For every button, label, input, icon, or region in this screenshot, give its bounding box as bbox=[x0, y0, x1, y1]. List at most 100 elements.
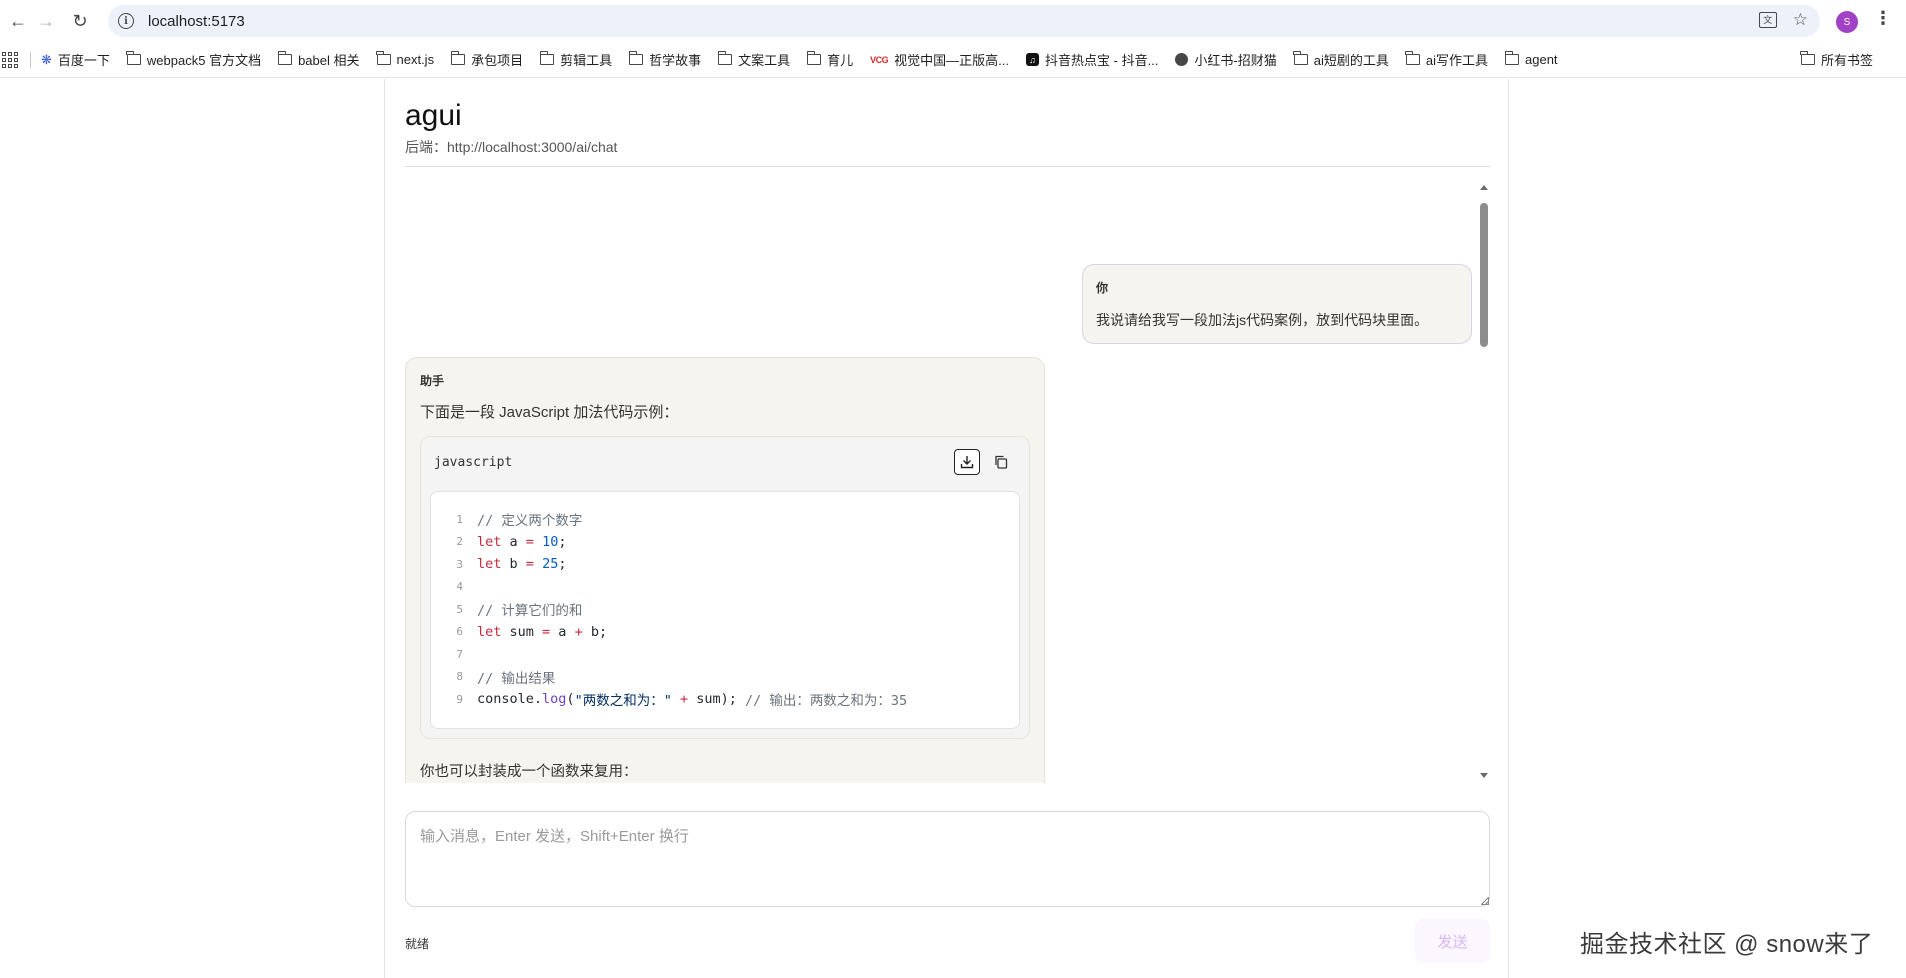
tiktok-icon: ♫ bbox=[1026, 53, 1040, 66]
folder-icon bbox=[1293, 51, 1308, 65]
bookmark-item[interactable]: ai写作工具 bbox=[1405, 50, 1488, 69]
code-token: b; bbox=[582, 623, 608, 640]
code-token: log bbox=[542, 691, 567, 708]
message-role: 助手 bbox=[420, 374, 445, 388]
bookmark-label: next.js bbox=[396, 52, 435, 67]
bookmark-label: 剪辑工具 bbox=[560, 53, 613, 68]
code-line: 4 bbox=[431, 576, 1019, 599]
reload-icon: ↻ bbox=[72, 10, 88, 31]
folder-icon bbox=[1800, 51, 1815, 65]
code-token: sum bbox=[501, 623, 543, 640]
status-text: 就绪 bbox=[405, 937, 430, 951]
code-line: 2 let a = 10; bbox=[431, 531, 1019, 554]
info-icon[interactable]: i bbox=[118, 13, 134, 29]
paw-icon: ❋ bbox=[41, 51, 52, 67]
bookmark-item[interactable]: 哲学故事 bbox=[628, 50, 701, 69]
globe-icon bbox=[1175, 53, 1189, 66]
bookmark-item[interactable]: babel 相关 bbox=[277, 50, 360, 69]
all-bookmarks-button[interactable]: 所有书签 bbox=[1800, 50, 1873, 69]
bookmark-label: agent bbox=[1525, 52, 1558, 67]
arrow-right-icon: → bbox=[37, 10, 55, 31]
resize-handle[interactable] bbox=[1481, 897, 1489, 905]
apps-grid-icon[interactable] bbox=[0, 51, 18, 68]
code-token: + bbox=[679, 691, 689, 708]
assistant-message: 助手 下面是一段 JavaScript 加法代码示例： javascript 1… bbox=[405, 357, 1045, 783]
line-number: 6 bbox=[456, 625, 463, 639]
bookmark-item[interactable]: webpack5 官方文档 bbox=[126, 50, 261, 69]
message-input[interactable] bbox=[405, 811, 1490, 907]
code-content: 1 // 定义两个数字 2 let a = 10; 3 let b = 25; 4 5 // 计… bbox=[430, 491, 1020, 729]
folder-icon bbox=[450, 51, 466, 65]
message-text: 你也可以封装成一个函数来复用： bbox=[420, 764, 638, 780]
code-line: 6 let sum = a + b; bbox=[431, 621, 1019, 644]
code-line: 9 console. log("两数之和为：" + sum); // 输出：两数之和… bbox=[431, 688, 1019, 711]
star-icon[interactable]: ☆ bbox=[1793, 11, 1808, 28]
arrow-left-icon: ← bbox=[9, 10, 27, 31]
code-token: console. bbox=[477, 691, 543, 708]
code-line: 1 // 定义两个数字 bbox=[431, 508, 1019, 531]
bookmark-label: 抖音热点宝 - 抖音... bbox=[1045, 53, 1159, 68]
code-token: let bbox=[477, 533, 502, 550]
bookmark-item[interactable]: next.js bbox=[376, 51, 435, 67]
scrollbar-thumb[interactable] bbox=[1480, 203, 1488, 347]
code-token: // 定义两个数字 bbox=[477, 513, 583, 530]
bookmark-item[interactable]: ai短剧的工具 bbox=[1293, 50, 1389, 69]
folder-icon bbox=[1504, 51, 1519, 65]
copy-code-button[interactable] bbox=[988, 449, 1014, 475]
scroll-down-icon[interactable] bbox=[1480, 773, 1488, 778]
more-menu-icon[interactable]: ⋮ bbox=[1874, 9, 1892, 27]
code-token: // 计算它们的和 bbox=[477, 603, 583, 620]
folder-icon bbox=[126, 51, 141, 65]
bookmark-label: ai写作工具 bbox=[1425, 53, 1488, 68]
header-divider bbox=[405, 166, 1490, 167]
code-token: "两数之和为：" bbox=[574, 693, 672, 710]
code-token: ( bbox=[566, 691, 575, 708]
bookmark-label: 承包项目 bbox=[471, 53, 524, 68]
bookmark-label: 育儿 bbox=[827, 53, 854, 68]
chat-scrollbar[interactable] bbox=[1478, 179, 1490, 783]
address-bar[interactable]: i localhost:5173 文 ☆ bbox=[108, 5, 1820, 37]
line-number: 9 bbox=[456, 692, 463, 706]
scroll-up-icon[interactable] bbox=[1480, 185, 1488, 190]
code-token: ; bbox=[558, 556, 567, 573]
line-number: 4 bbox=[456, 580, 463, 594]
bookmark-item[interactable]: agent bbox=[1504, 51, 1558, 67]
code-token: a bbox=[501, 533, 526, 550]
bookmark-item[interactable]: 文案工具 bbox=[717, 50, 791, 69]
bookmark-item[interactable]: 育儿 bbox=[806, 50, 854, 69]
translate-icon[interactable]: 文 bbox=[1758, 11, 1777, 28]
app-container: agui 后端：http://localhost:3000/ai/chat 你 … bbox=[384, 79, 1509, 978]
bookmark-label: 百度一下 bbox=[57, 53, 110, 68]
bookmark-item[interactable]: ♫ 抖音热点宝 - 抖音... bbox=[1026, 50, 1158, 69]
bookmark-label: 文案工具 bbox=[738, 53, 791, 68]
code-language: javascript bbox=[434, 455, 513, 470]
line-number: 5 bbox=[456, 602, 463, 616]
reload-button[interactable]: ↻ bbox=[62, 3, 98, 39]
profile-avatar[interactable]: S bbox=[1836, 11, 1858, 33]
code-token: let bbox=[477, 556, 502, 573]
bookmark-item[interactable]: 小红书-招财猫 bbox=[1175, 50, 1277, 69]
code-line: 8 // 输出结果 bbox=[431, 666, 1019, 689]
code-token: // 输出结果 bbox=[477, 670, 556, 687]
forward-button[interactable]: → bbox=[28, 3, 64, 39]
bookmark-item[interactable]: ❋ 百度一下 bbox=[41, 50, 110, 69]
code-token: let bbox=[477, 623, 502, 640]
message-role: 你 bbox=[1096, 281, 1109, 295]
code-line: 3 let b = 25; bbox=[431, 553, 1019, 576]
bookmark-item[interactable]: VCG 视觉中国—正版高... bbox=[870, 50, 1009, 69]
user-message: 你 我说请给我写一段加法js代码案例，放到代码块里面。 bbox=[1082, 264, 1472, 344]
line-number: 3 bbox=[456, 557, 463, 571]
send-button[interactable]: 发送 bbox=[1415, 919, 1490, 963]
bookmark-item[interactable]: 承包项目 bbox=[450, 50, 524, 69]
bookmark-item[interactable]: 剪辑工具 bbox=[539, 50, 613, 69]
download-icon bbox=[960, 456, 974, 469]
code-token: sum); bbox=[688, 691, 746, 708]
code-token: = bbox=[525, 533, 534, 550]
folder-icon bbox=[806, 51, 822, 65]
code-block: javascript 1 // 定义两个数字 2 let a = 10; 3 let b … bbox=[420, 436, 1030, 739]
chat-scroll-area[interactable]: 你 我说请给我写一段加法js代码案例，放到代码块里面。 助手 下面是一段 Jav… bbox=[405, 179, 1490, 783]
download-code-button[interactable] bbox=[954, 449, 980, 475]
